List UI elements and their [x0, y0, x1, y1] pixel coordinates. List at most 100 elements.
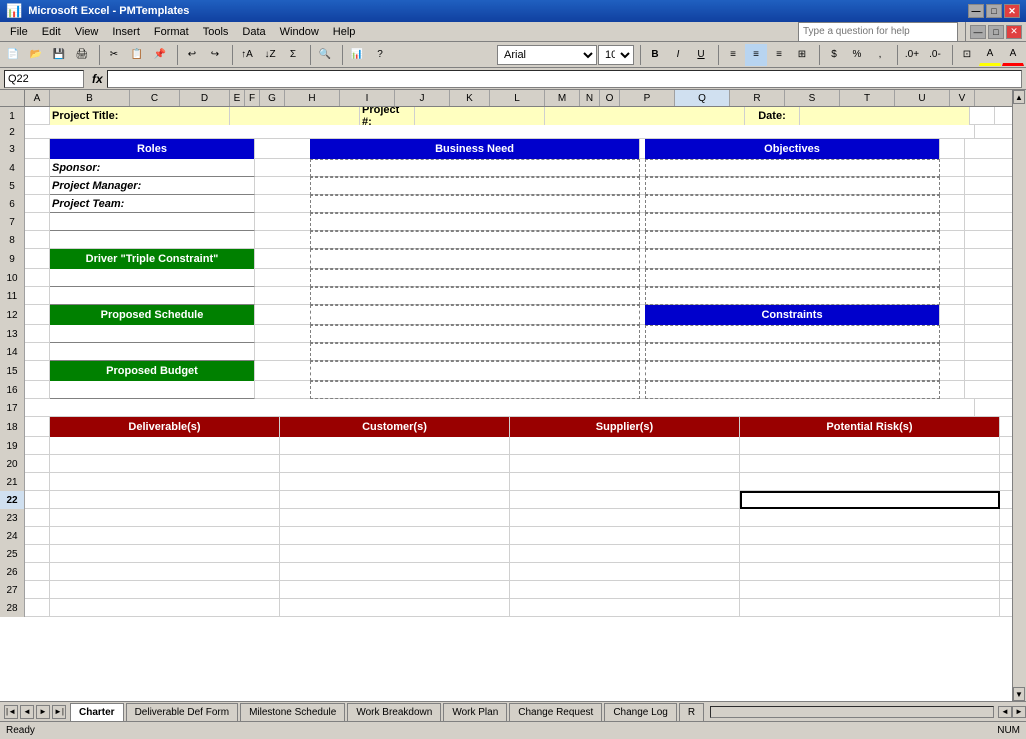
menu-format[interactable]: Format [148, 24, 195, 40]
cell-cust-r23[interactable] [280, 509, 510, 527]
sheet-tab-r[interactable]: R [679, 703, 704, 721]
open-button[interactable]: 📂 [25, 44, 47, 66]
cell-roles-header[interactable]: Roles [50, 139, 255, 159]
undo-button[interactable]: ↩ [181, 44, 203, 66]
cell-pm-label[interactable]: Project Manager: [50, 177, 255, 195]
cell-sup-r25[interactable] [510, 545, 740, 563]
col-header-p[interactable]: P [620, 90, 675, 106]
cell-a1[interactable] [25, 107, 50, 125]
cell-constraints-r16[interactable] [645, 381, 940, 399]
cell-sup-r22[interactable] [510, 491, 740, 509]
cell-project-num-label[interactable]: Project #: [360, 107, 415, 125]
col-header-b[interactable]: B [50, 90, 130, 106]
cell-v11[interactable] [940, 287, 965, 305]
sort-asc-button[interactable]: ↑A [236, 44, 258, 66]
col-header-u[interactable]: U [895, 90, 950, 106]
cell-v23[interactable] [1000, 509, 1012, 527]
col-header-n[interactable]: N [580, 90, 600, 106]
vertical-scrollbar[interactable]: ▲ ▼ [1012, 90, 1026, 701]
cell-proposed-schedule-header[interactable]: Proposed Schedule [50, 305, 255, 325]
minimize-button[interactable]: — [968, 4, 984, 18]
cell-risk-r25[interactable] [740, 545, 1000, 563]
cell-row2[interactable] [25, 125, 975, 139]
cell-a25[interactable] [25, 545, 50, 563]
cell-risk-r28[interactable] [740, 599, 1000, 617]
cell-v9[interactable] [940, 249, 965, 269]
cell-driver-header[interactable]: Driver "Triple Constraint" [50, 249, 255, 269]
chart-button[interactable]: 📊 [346, 44, 368, 66]
increase-decimal-button[interactable]: .0+ [901, 44, 923, 66]
col-header-g[interactable]: G [260, 90, 285, 106]
cell-bn-r6[interactable] [310, 195, 640, 213]
cell-obj-r8[interactable] [645, 231, 940, 249]
cell-v25[interactable] [1000, 545, 1012, 563]
menu-window[interactable]: Window [274, 24, 325, 40]
cell-a18[interactable] [25, 417, 50, 437]
cell-roles-r8[interactable] [50, 231, 255, 249]
cell-sup-r23[interactable] [510, 509, 740, 527]
cell-row17[interactable] [25, 399, 975, 417]
cell-a16[interactable] [25, 381, 50, 399]
cell-cust-r19[interactable] [280, 437, 510, 455]
cell-objectives-header[interactable]: Objectives [645, 139, 940, 159]
cell-del-r23[interactable] [50, 509, 280, 527]
cell-a21[interactable] [25, 473, 50, 491]
tab-first-button[interactable]: |◄ [4, 705, 18, 719]
cell-v22[interactable] [1000, 491, 1012, 509]
cell-v20[interactable] [1000, 455, 1012, 473]
cell-v16[interactable] [940, 381, 965, 399]
cell-a6[interactable] [25, 195, 50, 213]
cell-cust-r22[interactable] [280, 491, 510, 509]
col-header-c[interactable]: C [130, 90, 180, 106]
cell-obj-r10[interactable] [645, 269, 940, 287]
cell-driver-r10[interactable] [50, 269, 255, 287]
cell-risk-r21[interactable] [740, 473, 1000, 491]
cell-bn-r10[interactable] [310, 269, 640, 287]
sheet-tab-deliverable[interactable]: Deliverable Def Form [126, 703, 238, 721]
cell-a14[interactable] [25, 343, 50, 361]
cell-v7[interactable] [940, 213, 965, 231]
col-header-a[interactable]: A [25, 90, 50, 106]
col-header-e[interactable]: E [230, 90, 245, 106]
tab-prev-button[interactable]: ◄ [20, 705, 34, 719]
cell-empty-yellow[interactable] [545, 107, 745, 125]
menu-help[interactable]: Help [327, 24, 362, 40]
fill-color-button[interactable]: A [979, 44, 1001, 66]
cell-team-label[interactable]: Project Team: [50, 195, 255, 213]
cell-v28[interactable] [1000, 599, 1012, 617]
cell-bn-r16[interactable] [310, 381, 640, 399]
cell-v5[interactable] [940, 177, 965, 195]
cell-a15[interactable] [25, 361, 50, 381]
col-header-f[interactable]: F [245, 90, 260, 106]
cell-sched-r14[interactable] [50, 343, 255, 361]
cell-a9[interactable] [25, 249, 50, 269]
cell-v6[interactable] [940, 195, 965, 213]
col-header-h[interactable]: H [285, 90, 340, 106]
cell-v18[interactable] [1000, 417, 1012, 437]
col-header-m[interactable]: M [545, 90, 580, 106]
cell-cust-r25[interactable] [280, 545, 510, 563]
cell-customers-header[interactable]: Customer(s) [280, 417, 510, 437]
cell-v8[interactable] [940, 231, 965, 249]
cell-del-r24[interactable] [50, 527, 280, 545]
cell-a4[interactable] [25, 159, 50, 177]
cell-obj-r9[interactable] [645, 249, 940, 269]
cell-sup-r27[interactable] [510, 581, 740, 599]
cell-sup-r21[interactable] [510, 473, 740, 491]
menu-edit[interactable]: Edit [36, 24, 67, 40]
col-header-r[interactable]: R [730, 90, 785, 106]
cell-v12[interactable] [940, 305, 965, 325]
tab-last-button[interactable]: ►| [52, 705, 66, 719]
cell-del-r19[interactable] [50, 437, 280, 455]
cell-risk-r23[interactable] [740, 509, 1000, 527]
cell-project-title-label[interactable]: Project Title: [50, 107, 230, 125]
cell-potential-risks-header[interactable]: Potential Risk(s) [740, 417, 1000, 437]
help-search-input[interactable] [798, 22, 958, 42]
cell-sched-r13[interactable] [50, 325, 255, 343]
cell-bn-r7[interactable] [310, 213, 640, 231]
paste-button[interactable]: 📌 [149, 44, 171, 66]
cell-a27[interactable] [25, 581, 50, 599]
cell-obj-r7[interactable] [645, 213, 940, 231]
cell-a12[interactable] [25, 305, 50, 325]
cell-del-r28[interactable] [50, 599, 280, 617]
